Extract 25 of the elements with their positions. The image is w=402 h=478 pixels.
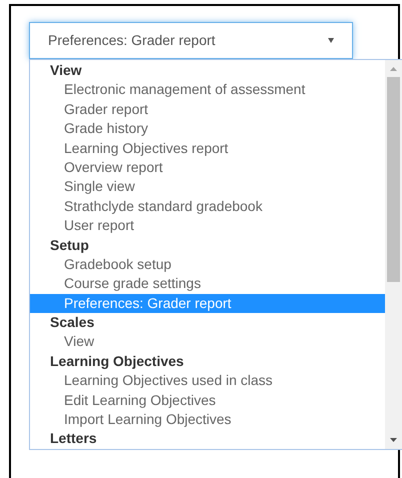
scroll-down-icon[interactable] [390,438,397,442]
option-item[interactable]: User report [30,216,385,236]
option-item[interactable]: Grade history [30,119,385,139]
option-item[interactable]: View [30,332,385,352]
option-item[interactable]: Edit Learning Objectives [30,390,385,410]
option-item[interactable]: Electronic management of assessment [30,80,385,100]
option-item[interactable]: Learning Objectives report [30,138,385,158]
group-heading: Letters [49,429,98,448]
option-item[interactable]: Grader report [30,100,385,120]
scrollbar[interactable] [385,60,402,449]
option-item[interactable]: Import Learning Objectives [30,410,385,430]
scroll-up-icon[interactable] [390,67,397,71]
group-heading: Learning Objectives [49,352,185,371]
group-heading: Setup [49,236,90,255]
option-item[interactable]: Course grade settings [30,274,385,294]
group-heading: Scales [49,313,96,332]
caret-icon [328,38,334,43]
group-heading: View [49,61,83,80]
option-item[interactable]: Overview report [30,158,385,178]
option-item[interactable]: Gradebook setup [30,254,385,274]
option-item[interactable]: Strathclyde standard gradebook [30,196,385,216]
option-item[interactable]: Learning Objectives used in class [30,371,385,391]
option-item[interactable]: Single view [30,177,385,197]
scrollbar-thumb[interactable] [387,77,400,282]
option-item[interactable]: Preferences: Grader report [30,294,385,314]
